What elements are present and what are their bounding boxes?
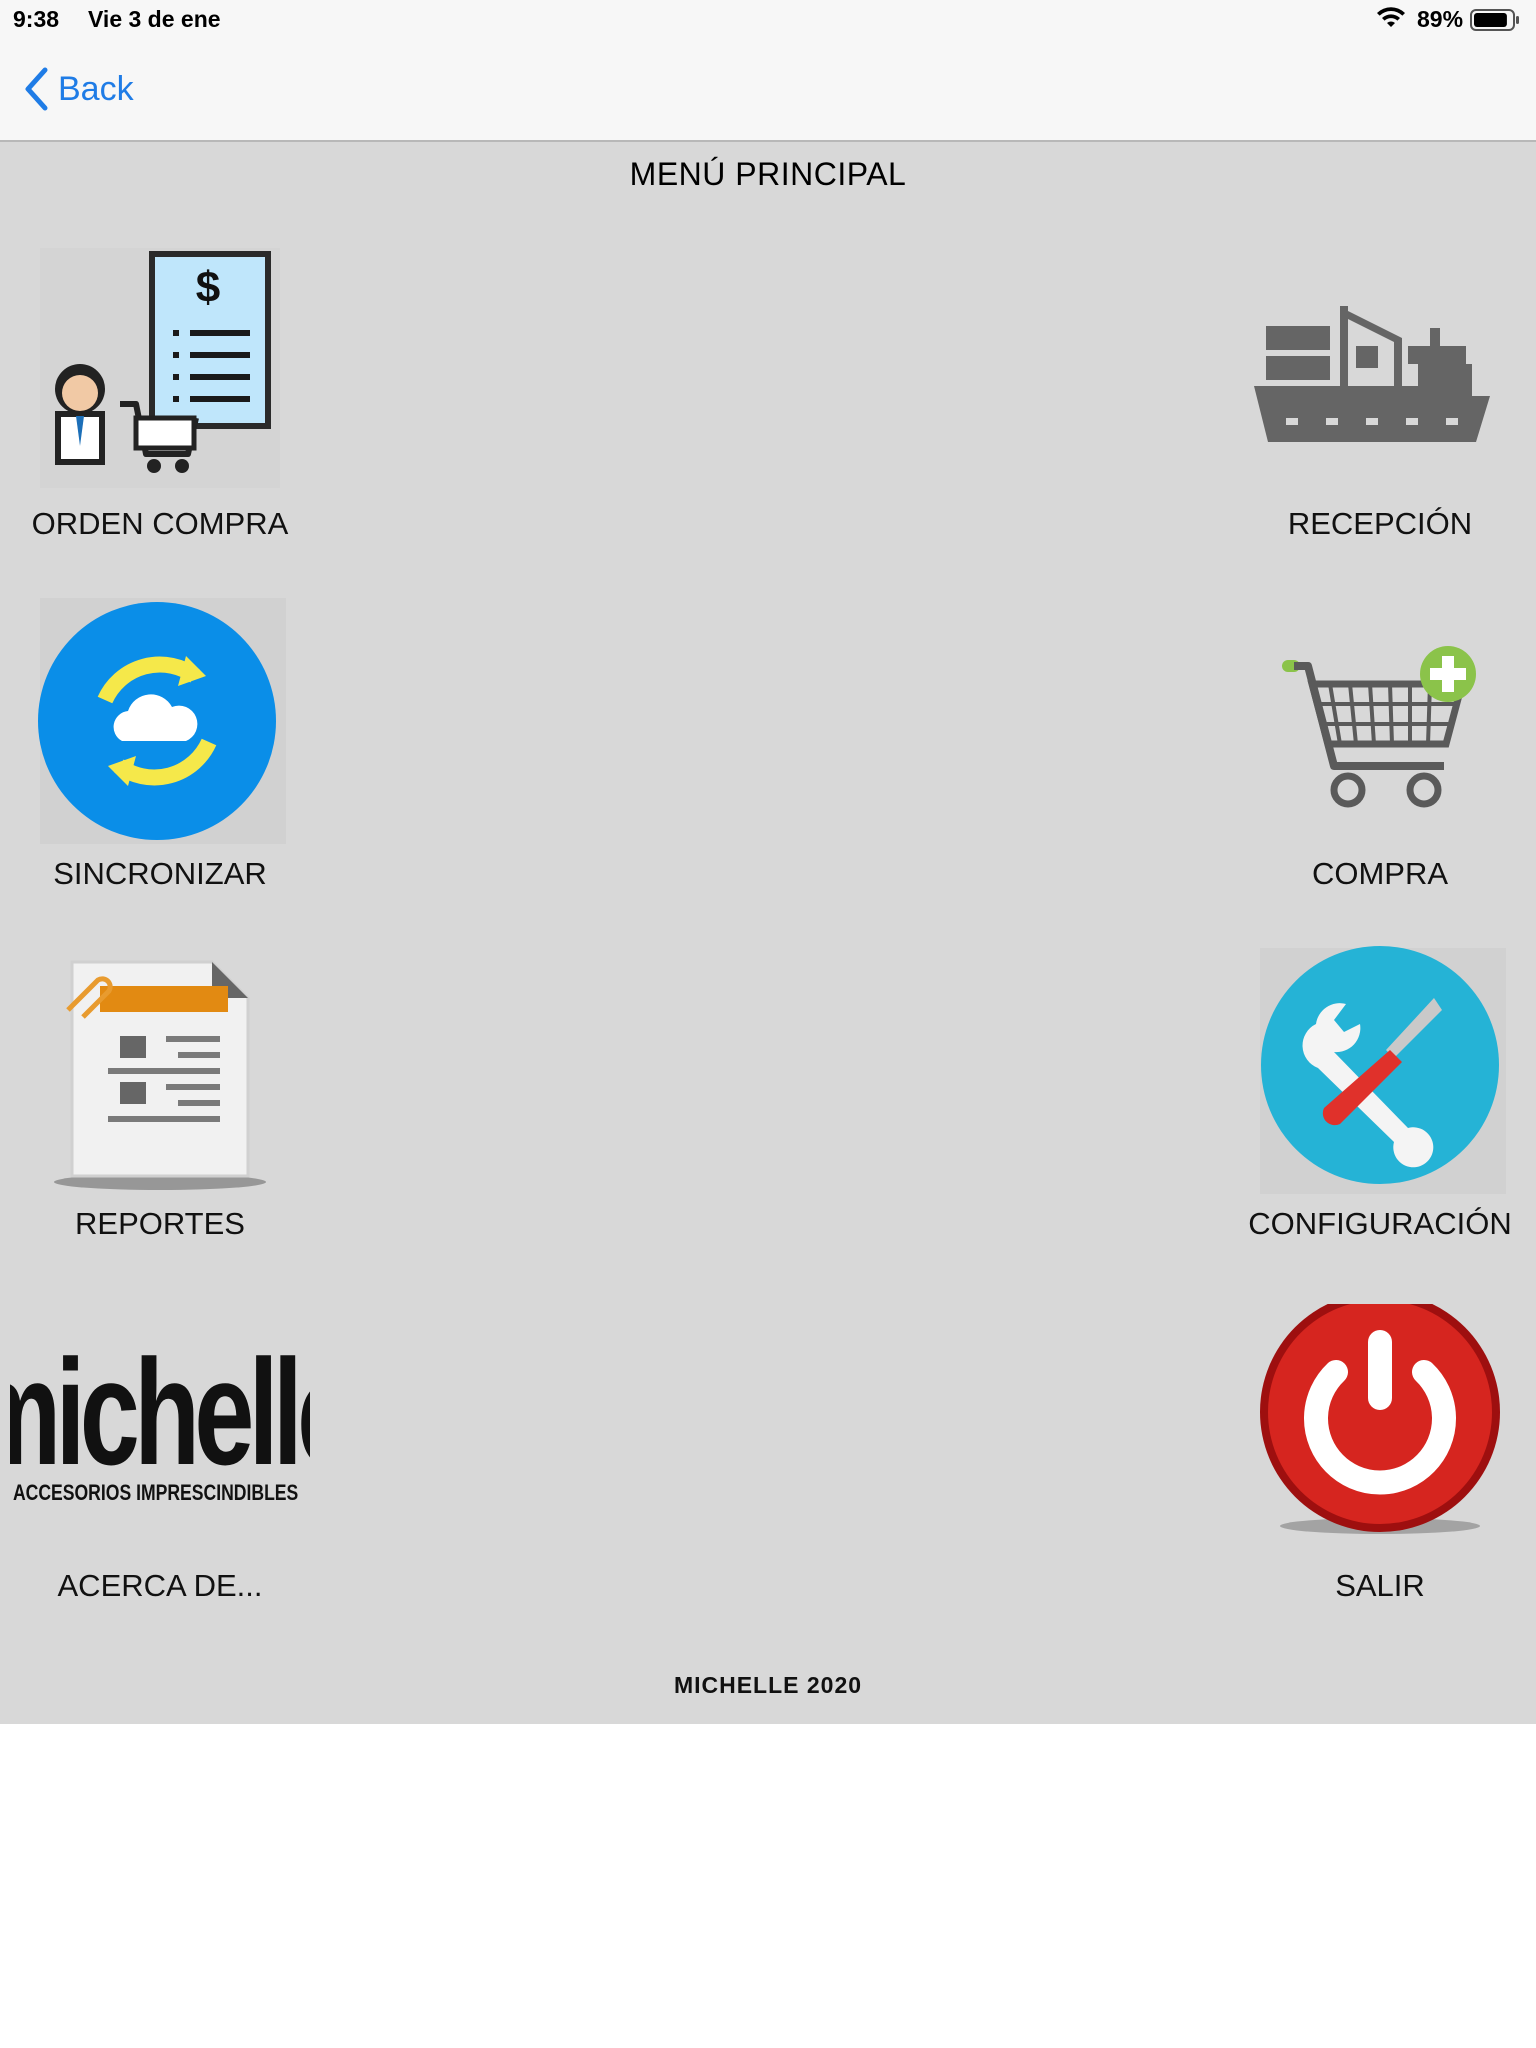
sync-cloud-icon	[38, 598, 286, 844]
add-to-cart-icon	[1282, 646, 1476, 808]
brand-tagline: ACCESORIOS IMPRESCINDIBLES	[13, 1481, 298, 1505]
page-title: MENÚ PRINCIPAL	[629, 156, 907, 192]
status-bar: 9:38 Vie 3 de ene 89%	[0, 0, 1536, 40]
nav-bar: Back	[0, 40, 1536, 142]
menu-item-reportes[interactable]: REPORTES	[10, 946, 310, 1276]
menu-item-sincronizar[interactable]: SINCRONIZAR	[10, 596, 310, 926]
menu-label: SALIR	[1335, 1568, 1425, 1603]
status-time: 9:38	[13, 6, 60, 32]
back-button[interactable]: Back	[22, 64, 134, 114]
battery-percent: 89%	[1417, 6, 1464, 32]
battery-icon	[1470, 9, 1519, 31]
chevron-left-icon	[25, 67, 48, 111]
menu-item-compra[interactable]: COMPRA	[1230, 596, 1530, 926]
menu-label: CONFIGURACIÓN	[1248, 1206, 1512, 1241]
back-label: Back	[58, 69, 134, 108]
menu-label: ACERCA DE...	[57, 1568, 263, 1603]
menu-item-orden-compra[interactable]: $ ORDEN COMPRA	[10, 246, 310, 576]
menu-label: SINCRONIZAR	[53, 856, 267, 891]
status-date: Vie 3 de ene	[88, 6, 221, 32]
michelle-logo: michelle ACCESORIOS IMPRESCINDIBLES	[10, 1329, 310, 1506]
menu-item-salir[interactable]: SALIR	[1230, 1304, 1530, 1634]
menu-item-acerca-de[interactable]: michelle ACCESORIOS IMPRESCINDIBLES ACER…	[10, 1304, 310, 1634]
report-document-icon	[54, 960, 266, 1190]
menu-label: COMPRA	[1311, 856, 1449, 891]
main-menu: MENÚ PRINCIPAL $ ORDEN COMPRA RECEPCIÓN …	[0, 142, 1536, 1724]
power-icon	[1260, 1304, 1500, 1534]
menu-item-recepcion[interactable]: RECEPCIÓN	[1230, 246, 1530, 576]
svg-text:$: $	[196, 263, 220, 312]
purchase-order-icon: $	[40, 248, 280, 488]
brand-text: michelle	[10, 1329, 310, 1497]
tools-icon	[1260, 946, 1506, 1194]
menu-label: ORDEN COMPRA	[31, 506, 289, 541]
menu-label: REPORTES	[75, 1206, 245, 1241]
menu-label: RECEPCIÓN	[1287, 506, 1473, 541]
footer-text: MICHELLE 2020	[673, 1672, 863, 1698]
cargo-ship-icon	[1254, 306, 1490, 442]
empty-area	[0, 1724, 1536, 2048]
menu-item-configuracion[interactable]: CONFIGURACIÓN	[1230, 946, 1530, 1276]
wifi-icon	[1377, 7, 1405, 27]
